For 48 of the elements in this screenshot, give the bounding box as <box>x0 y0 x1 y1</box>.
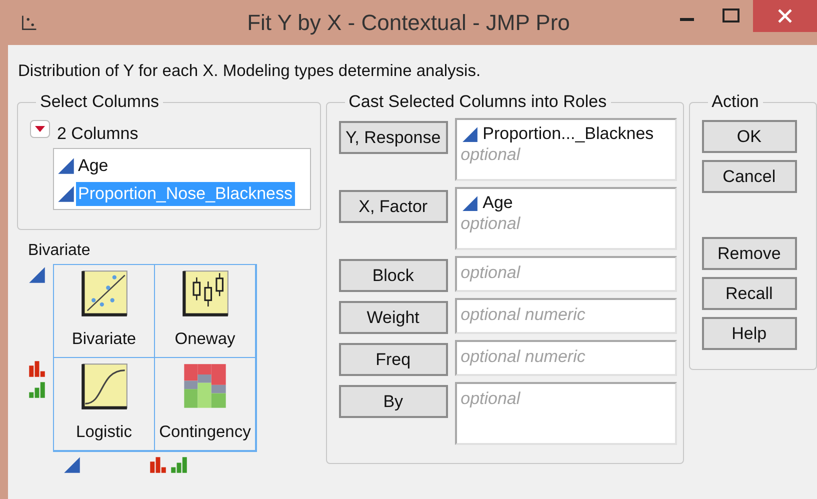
continuous-icon <box>56 157 76 175</box>
continuous-icon <box>460 126 479 142</box>
action-button[interactable]: Cancel <box>702 160 797 193</box>
box-plot-icon <box>180 269 230 319</box>
role-button[interactable]: Freq <box>338 343 448 376</box>
continuous-icon <box>56 185 76 203</box>
action-button[interactable]: Remove <box>702 237 797 270</box>
app-icon <box>20 14 38 32</box>
s-curve-icon <box>79 362 129 412</box>
dropdown-button[interactable] <box>30 120 50 138</box>
action-button[interactable]: Help <box>702 317 797 350</box>
placeholder-text: optional <box>460 214 522 234</box>
scatterplot-icon <box>79 269 129 319</box>
action-button[interactable]: Recall <box>702 277 797 310</box>
role-button[interactable]: Y, Response <box>338 121 448 154</box>
nominal-bars-icon <box>28 360 46 378</box>
triangle-down-icon <box>34 125 46 133</box>
continuous-icon <box>460 194 479 212</box>
role-field[interactable]: Age optional <box>454 187 677 250</box>
platform-title: Bivariate <box>28 242 92 260</box>
column-item[interactable]: Age <box>76 154 110 178</box>
ordinal-bars-icon <box>170 456 188 474</box>
group-title: Action <box>710 92 760 112</box>
column-count: 2 Columns <box>57 124 138 144</box>
window-title: Fit Y by X - Contextual - JMP Pro <box>247 10 570 36</box>
minimize-icon <box>680 18 694 21</box>
ordinal-bars-icon <box>28 381 46 399</box>
placeholder-text: optional numeric <box>460 305 586 325</box>
close-button[interactable] <box>753 0 817 32</box>
description-text: Distribution of Y for each X. Modeling types determine analysis. <box>17 61 482 82</box>
group-title: Select Columns <box>39 92 160 112</box>
role-button[interactable]: X, Factor <box>338 190 448 223</box>
continuous-icon <box>63 456 81 474</box>
placeholder-text: optional numeric <box>460 347 586 367</box>
column-item[interactable]: Proportion..._Blacknes <box>482 124 654 144</box>
platform-button[interactable]: Contingency <box>154 357 256 451</box>
role-button[interactable]: By <box>338 385 448 418</box>
continuous-icon <box>28 266 46 284</box>
role-button[interactable]: Weight <box>338 301 448 334</box>
placeholder-text: optional <box>460 389 522 409</box>
placeholder-text: optional <box>460 145 522 165</box>
column-item[interactable]: Age <box>482 193 513 213</box>
role-button[interactable]: Block <box>338 259 448 292</box>
action-button[interactable]: OK <box>702 120 797 153</box>
nominal-bars-icon <box>149 456 167 474</box>
role-field[interactable]: Proportion..._Blacknes optional <box>454 118 677 181</box>
group-title: Cast Selected Columns into Roles <box>348 92 608 112</box>
placeholder-text: optional <box>460 263 522 283</box>
